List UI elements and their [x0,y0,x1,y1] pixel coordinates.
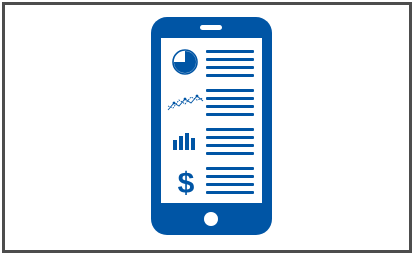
speaker-slot [200,25,222,30]
home-button [204,212,218,226]
phone-illustration: $ [151,17,272,235]
pie-chart-icon [172,49,198,75]
dollar-sign-icon: $ [178,167,195,200]
